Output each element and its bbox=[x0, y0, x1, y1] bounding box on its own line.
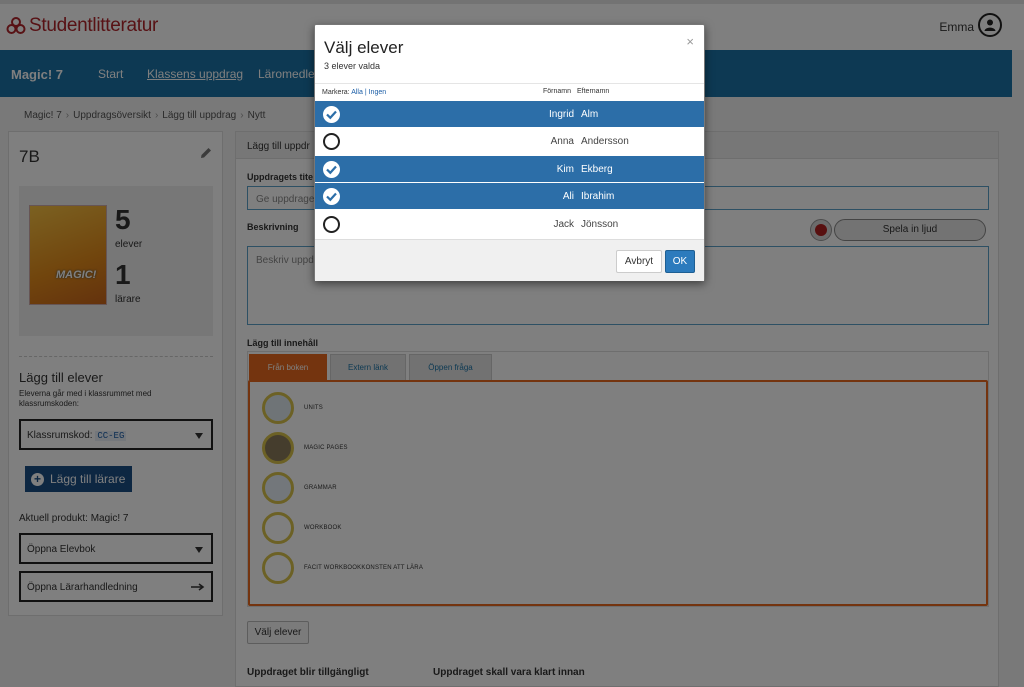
checked-circle-icon[interactable] bbox=[323, 161, 340, 178]
column-header-first-name[interactable]: Förnamn bbox=[543, 88, 571, 95]
mark-label: Markera: bbox=[322, 89, 350, 96]
mark-all-link[interactable]: Alla bbox=[351, 89, 363, 96]
student-last-name: Ibrahim bbox=[581, 191, 615, 202]
student-row[interactable]: Kim Ekberg bbox=[315, 156, 704, 183]
student-row[interactable]: Jack Jönsson bbox=[315, 211, 704, 238]
unchecked-circle-icon[interactable] bbox=[323, 216, 340, 233]
mark-separator: | bbox=[364, 89, 367, 96]
mark-none-link[interactable]: Ingen bbox=[369, 89, 387, 96]
student-first-name: Ingrid bbox=[548, 109, 574, 120]
student-last-name: Alm bbox=[581, 109, 599, 120]
close-icon[interactable]: × bbox=[686, 34, 694, 49]
student-last-name: Andersson bbox=[581, 136, 629, 147]
student-last-name: Jönsson bbox=[581, 219, 619, 230]
list-header: Markera: Alla | Ingen Förnamn Efternamn bbox=[315, 83, 704, 101]
dialog-footer: Avbryt OK bbox=[315, 239, 704, 281]
ok-button[interactable]: OK bbox=[665, 250, 695, 273]
student-first-name: Ali bbox=[562, 191, 574, 202]
student-first-name: Kim bbox=[556, 164, 574, 175]
column-header-last-name[interactable]: Efternamn bbox=[577, 88, 609, 95]
student-row[interactable]: Ingrid Alm bbox=[315, 101, 704, 128]
unchecked-circle-icon[interactable] bbox=[323, 133, 340, 150]
student-first-name: Anna bbox=[550, 136, 574, 147]
student-row[interactable]: Anna Andersson bbox=[315, 128, 704, 155]
checked-circle-icon[interactable] bbox=[323, 106, 340, 123]
choose-students-dialog: Välj elever 3 elever valda × Markera: Al… bbox=[314, 24, 705, 281]
cancel-button[interactable]: Avbryt bbox=[616, 250, 662, 273]
student-last-name: Ekberg bbox=[581, 164, 613, 175]
checked-circle-icon[interactable] bbox=[323, 188, 340, 205]
student-first-name: Jack bbox=[553, 219, 574, 230]
dialog-title: Välj elever bbox=[324, 38, 404, 57]
selected-count: 3 elever valda bbox=[324, 61, 381, 71]
student-row[interactable]: Ali Ibrahim bbox=[315, 183, 704, 210]
mark-controls: Markera: Alla | Ingen bbox=[322, 89, 386, 96]
